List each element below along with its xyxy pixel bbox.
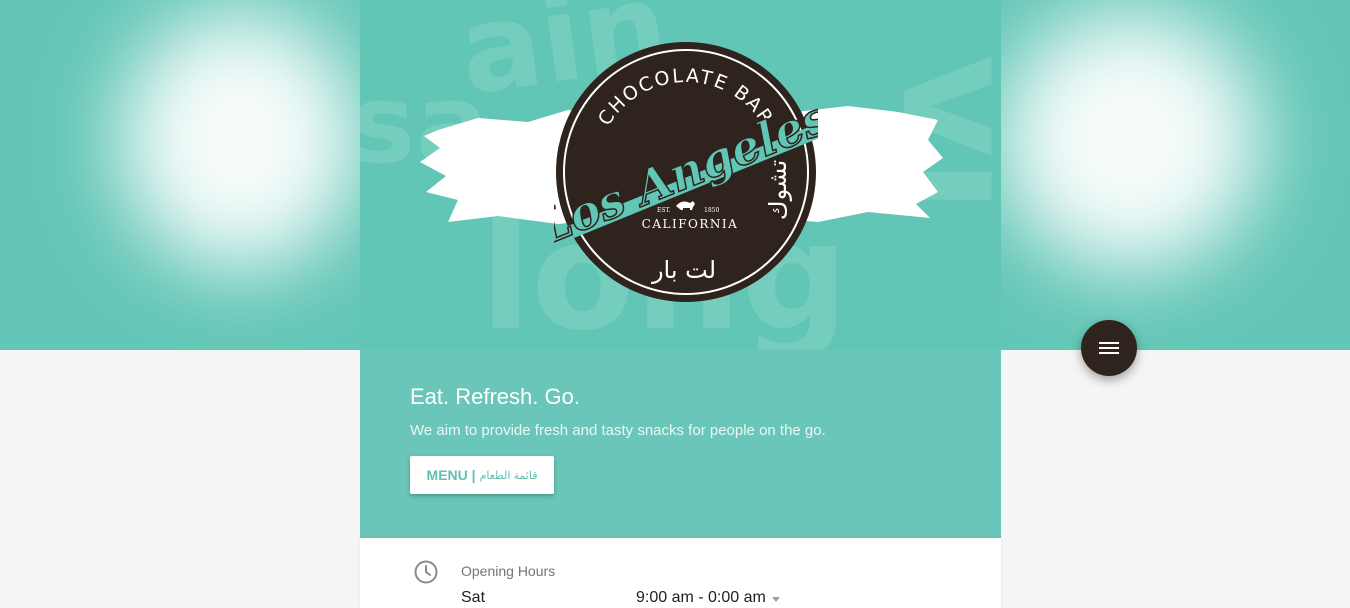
menu-button[interactable]: MENU | قائمة الطعام — [410, 456, 554, 494]
main-card: sa ain long vi CHOCOLATE BAR Los Angeles… — [360, 0, 1001, 608]
opening-hours-day: Sat — [461, 589, 486, 606]
logo-arabic-side: تشوك — [764, 160, 792, 220]
opening-hours-dropdown[interactable]: 9:00 am - 0:00 am — [636, 589, 780, 607]
menu-button-arabic: قائمة الطعام — [479, 469, 538, 482]
hamburger-menu-button[interactable] — [1081, 320, 1137, 376]
opening-hours-time: 9:00 am - 0:00 am — [636, 589, 766, 606]
background-brush-left — [120, 10, 360, 270]
opening-hours-section: Opening Hours Sat 9:00 am - 0:00 am — [360, 538, 1001, 608]
background-brush-right — [1000, 10, 1260, 270]
logo-state-text: CALIFORNIA — [642, 217, 739, 231]
hero-image: sa ain long vi CHOCOLATE BAR Los Angeles… — [360, 0, 1001, 350]
caret-down-icon — [771, 596, 780, 602]
logo-est-label: EST. — [657, 207, 671, 214]
logo-arabic-bottom: لت بار — [651, 256, 716, 284]
hamburger-menu-icon — [1099, 342, 1119, 354]
opening-hours-title: Opening Hours — [461, 563, 556, 579]
tagline: Eat. Refresh. Go. — [410, 384, 580, 409]
chocolate-bar-logo: CHOCOLATE BAR Los Angeles EST. 1850 CALI… — [554, 42, 818, 302]
clock-icon — [414, 560, 438, 584]
intro-section: Eat. Refresh. Go. We aim to provide fres… — [360, 350, 1001, 538]
menu-button-label: MENU | — [426, 467, 476, 483]
logo-est-year: 1850 — [704, 207, 719, 214]
description: We aim to provide fresh and tasty snacks… — [410, 422, 826, 439]
